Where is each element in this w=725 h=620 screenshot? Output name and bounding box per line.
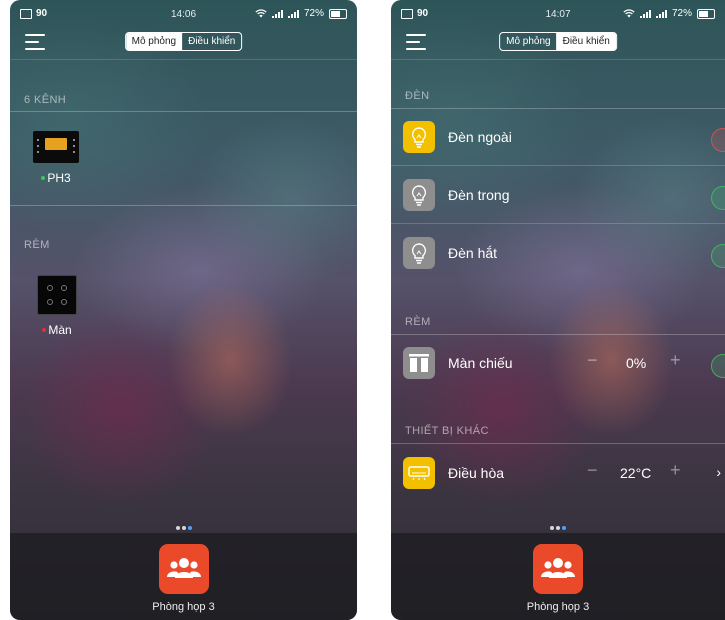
power-toggle[interactable] xyxy=(711,128,725,152)
increase-button[interactable]: + xyxy=(670,350,681,371)
decrease-button[interactable]: − xyxy=(587,350,598,371)
group-icon xyxy=(541,558,575,578)
status-dot xyxy=(42,328,47,332)
row-label: Đèn ngoài xyxy=(448,129,512,145)
device-thumbnail xyxy=(33,131,79,163)
phone-screen-simulation: 90 14:06 72% Mô phỏng Điều khiển 6 KÊNH xyxy=(10,0,357,620)
signal-bars-icon xyxy=(287,9,299,18)
divider xyxy=(10,111,357,112)
section-title-lights: ĐÈN xyxy=(405,90,430,102)
wifi-icon xyxy=(255,9,267,18)
signal-bars-icon xyxy=(655,9,667,18)
power-toggle[interactable] xyxy=(711,354,725,378)
bottom-bar: Phòng họp 3 xyxy=(10,533,357,620)
curtain-icon xyxy=(403,347,435,379)
bottom-bar: Phòng họp 3 xyxy=(391,533,725,620)
mode-switch: Mô phỏng Điều khiển xyxy=(124,32,243,51)
top-bar: Mô phỏng Điều khiển xyxy=(10,26,357,60)
section-title-other-devices: THIẾT BỊ KHÁC xyxy=(405,425,489,437)
status-bar: 90 14:06 72% xyxy=(10,0,357,26)
room-button[interactable] xyxy=(533,544,583,594)
light-row-indoor[interactable]: Đèn trong xyxy=(391,168,725,224)
section-title-curtain: RÈM xyxy=(405,316,431,328)
section-title-6-channel: 6 KÊNH xyxy=(24,94,67,106)
menu-button[interactable] xyxy=(25,34,47,50)
device-label: PH3 xyxy=(47,171,71,185)
divider xyxy=(391,443,725,444)
page-indicator[interactable] xyxy=(391,526,725,530)
room-label: Phòng họp 3 xyxy=(526,601,590,613)
room-label: Phòng họp 3 xyxy=(152,601,215,613)
air-conditioner-icon xyxy=(403,457,435,489)
divider xyxy=(391,334,725,335)
light-row-cove[interactable]: Đèn hắt xyxy=(391,226,725,282)
light-row-outdoor[interactable]: Đèn ngoài xyxy=(391,110,725,166)
row-label: Đèn hắt xyxy=(448,245,498,261)
top-bar: Mô phỏng Điều khiển xyxy=(391,26,725,60)
phone-screen-control: 90 14:07 72% Mô phỏng Điều khiển ĐÈN Đèn… xyxy=(391,0,725,620)
divider xyxy=(10,205,357,206)
status-bar: 90 14:07 72% xyxy=(391,0,725,26)
divider xyxy=(10,59,357,60)
device-tile-ph3[interactable]: PH3 xyxy=(26,131,86,185)
row-label: Điều hòa xyxy=(448,465,505,481)
battery-icon xyxy=(697,8,715,19)
tab-control[interactable]: Điều khiển xyxy=(182,33,241,50)
row-label: Màn chiếu xyxy=(448,355,513,371)
bulb-icon xyxy=(403,237,435,269)
page-indicator[interactable] xyxy=(10,526,357,530)
battery-percent: 72% xyxy=(671,8,692,19)
mode-switch: Mô phỏng Điều khiển xyxy=(499,32,617,51)
device-label: Màn xyxy=(48,323,72,337)
ac-row[interactable]: Điều hòa − 22°C + › xyxy=(391,446,725,502)
signal-bars-icon xyxy=(271,9,283,18)
curtain-value: 0% xyxy=(626,355,647,371)
signal-bars-icon xyxy=(639,9,651,18)
status-dot xyxy=(41,176,46,180)
increase-button[interactable]: + xyxy=(670,460,681,481)
wifi-icon xyxy=(623,9,635,18)
battery-percent: 72% xyxy=(303,8,324,19)
tab-simulation[interactable]: Mô phỏng xyxy=(125,33,183,50)
section-title-curtain: RÈM xyxy=(24,239,50,251)
divider xyxy=(391,108,725,109)
divider xyxy=(391,59,725,60)
tab-simulation[interactable]: Mô phỏng xyxy=(500,33,556,50)
curtain-row-screen[interactable]: Màn chiếu − 0% + xyxy=(391,336,725,392)
bulb-icon xyxy=(403,121,435,153)
tab-control[interactable]: Điều khiển xyxy=(556,33,616,50)
device-thumbnail xyxy=(37,275,77,315)
decrease-button[interactable]: − xyxy=(587,460,598,481)
device-tile-man[interactable]: Màn xyxy=(27,275,87,337)
row-label: Đèn trong xyxy=(448,187,510,203)
menu-button[interactable] xyxy=(406,34,428,50)
battery-icon xyxy=(329,8,347,19)
chevron-right-icon[interactable]: › xyxy=(716,464,721,480)
power-toggle[interactable] xyxy=(711,244,725,268)
group-icon xyxy=(166,558,201,578)
temperature-value: 22°C xyxy=(620,465,652,481)
room-button[interactable] xyxy=(158,544,209,594)
bulb-icon xyxy=(403,179,435,211)
power-toggle[interactable] xyxy=(711,186,725,210)
